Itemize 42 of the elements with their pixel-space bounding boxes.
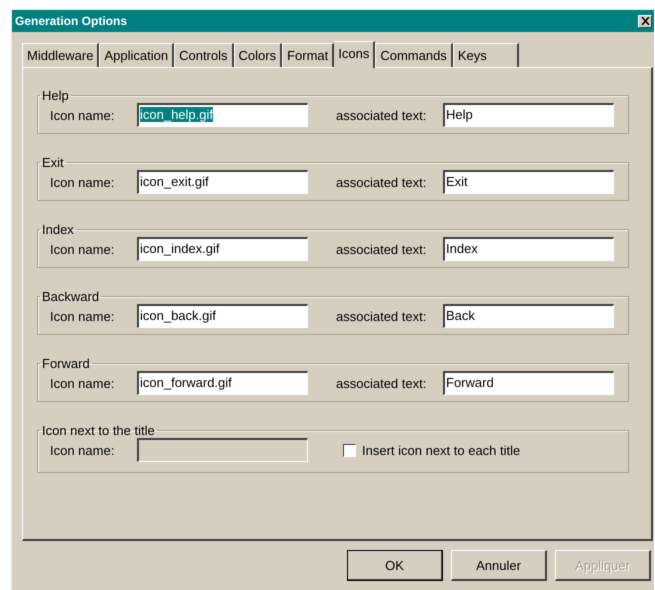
- group-title: Icon next to the title: [41, 423, 156, 438]
- group-title: Index: [41, 222, 75, 237]
- tab[interactable]: Controls: [174, 43, 234, 67]
- icon-name-field[interactable]: icon_index.gif: [137, 237, 308, 261]
- field-label: associated text:: [336, 108, 428, 122]
- field-label: associated text:: [336, 242, 428, 256]
- field-label: Icon name:: [50, 442, 116, 458]
- dialog-button[interactable]: Annuler: [451, 550, 547, 581]
- field-label: associated text:: [336, 376, 428, 390]
- close-button[interactable]: [638, 14, 652, 28]
- field-label: Icon name:: [50, 376, 116, 390]
- associated-text-field[interactable]: Help: [443, 103, 614, 127]
- field-label: associated text:: [336, 308, 428, 324]
- tab[interactable]: Commands: [375, 43, 453, 67]
- group-title: Backward: [41, 289, 100, 304]
- associated-text-field[interactable]: Index: [443, 237, 614, 261]
- tab[interactable]: Application: [99, 43, 174, 67]
- icon-name-field[interactable]: icon_exit.gif: [137, 170, 308, 194]
- associated-text-field[interactable]: Forward: [443, 371, 614, 395]
- icon-name-field[interactable]: icon_back.gif: [137, 304, 308, 328]
- checkbox[interactable]: [343, 444, 356, 456]
- icon-name-field[interactable]: icon_forward.gif: [137, 371, 308, 395]
- field-label: Icon name:: [50, 242, 116, 256]
- close-icon: [640, 17, 650, 25]
- checkbox-label: Insert icon next to each title: [362, 442, 520, 458]
- tab[interactable]: Icons: [334, 41, 376, 68]
- group-title: Help: [41, 88, 70, 103]
- field-label: associated text:: [336, 174, 428, 190]
- associated-text-field[interactable]: Back: [443, 304, 614, 328]
- dialog-button[interactable]: OK: [347, 550, 443, 581]
- group-title: Forward: [41, 356, 91, 371]
- associated-text-field[interactable]: Exit: [443, 170, 614, 194]
- field-label: Icon name:: [50, 108, 116, 122]
- field-label: Icon name:: [50, 174, 116, 190]
- tab[interactable]: Middleware: [22, 43, 100, 67]
- tab[interactable]: Format: [282, 43, 334, 67]
- window-title: Generation Options: [15, 14, 128, 28]
- icon-name-field[interactable]: icon_help.gif: [137, 103, 308, 127]
- field-label: Icon name:: [50, 308, 116, 324]
- tab[interactable]: Keys: [452, 43, 519, 67]
- group-title: Exit: [41, 155, 65, 170]
- tab[interactable]: Colors: [234, 43, 282, 67]
